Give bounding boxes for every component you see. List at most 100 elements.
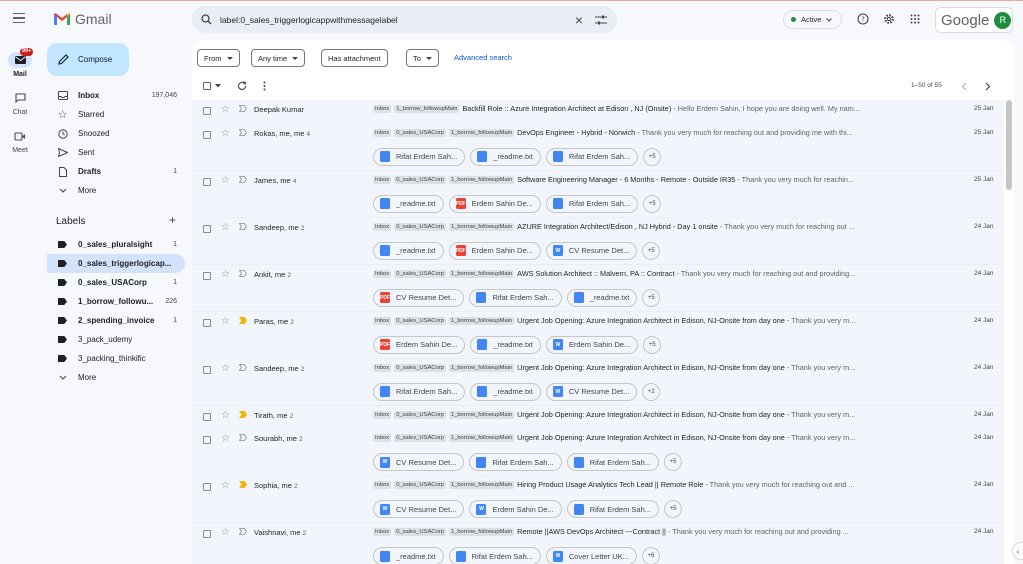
- importance-marker-icon[interactable]: [239, 481, 247, 488]
- row-checkbox[interactable]: [203, 530, 211, 538]
- email-label-chip[interactable]: Inbox: [373, 222, 392, 231]
- importance-marker-icon[interactable]: [238, 528, 247, 535]
- settings-gear-icon[interactable]: [883, 13, 895, 25]
- email-label-chip[interactable]: 0_sales_USACorp: [394, 363, 446, 372]
- importance-marker-icon[interactable]: [238, 175, 247, 183]
- sidebar-label-item[interactable]: 3_packing_thinkific: [47, 349, 185, 368]
- attachment-chip[interactable]: PDF Erdem Sahin De...: [448, 241, 541, 260]
- star-toggle-icon[interactable]: ☆: [221, 128, 230, 139]
- prev-page-icon[interactable]: [961, 80, 967, 92]
- email-row[interactable]: ☆ Rokas, me, me 4 Inbox 0_sales_USACorp 1_bo…: [192, 123, 1004, 171]
- select-all[interactable]: [203, 80, 221, 92]
- sidebar-item-sent[interactable]: Sent: [47, 143, 185, 162]
- email-label-chip[interactable]: 1_borrow_followupMain: [448, 175, 515, 184]
- search-options-icon[interactable]: [595, 15, 607, 25]
- email-row[interactable]: ☆ Ankit, me 2 Inbox 0_sales_USACorp 1_borrow…: [192, 264, 1004, 312]
- caret-down-icon[interactable]: [215, 84, 221, 88]
- attachment-chip[interactable]: Rifat Erdem Sah...: [566, 500, 659, 518]
- email-label-chip[interactable]: 1_borrow_followupMain: [448, 222, 515, 231]
- attachment-chip[interactable]: Rifat Erdem Sah...: [373, 147, 466, 166]
- attachment-chip[interactable]: Rifat Erdem Sah...: [373, 382, 466, 401]
- gmail-logo[interactable]: Gmail: [53, 11, 112, 27]
- search-input[interactable]: label:0_sales_triggerlogicappwithmessage…: [220, 15, 575, 25]
- attachment-chip[interactable]: _readme.txt: [470, 147, 541, 166]
- more-attachments[interactable]: +5: [664, 453, 682, 471]
- attachment-chip[interactable]: PDF Erdem Sahin De...: [373, 335, 466, 354]
- star-toggle-icon[interactable]: ☆: [221, 363, 230, 374]
- email-row[interactable]: ☆ Sandeep, me 2 Inbox 0_sales_USACorp 1_borr…: [192, 217, 1004, 265]
- email-row[interactable]: ☆ Paras, me 2 Inbox 0_sales_USACorp 1_borrow…: [192, 311, 1004, 359]
- importance-marker-icon[interactable]: [238, 128, 247, 136]
- email-label-chip[interactable]: Inbox: [373, 410, 392, 419]
- sidebar-item-snoozed[interactable]: Snoozed: [47, 124, 185, 143]
- row-checkbox[interactable]: [203, 436, 211, 444]
- attachment-chip[interactable]: Rifat Erdem Sah...: [448, 547, 541, 564]
- star-toggle-icon[interactable]: ☆: [221, 410, 230, 421]
- importance-marker-icon[interactable]: [239, 316, 247, 324]
- more-attachments[interactable]: +5: [643, 335, 662, 354]
- sidebar-label-item-selected[interactable]: 0_sales_triggerlogicap...: [47, 254, 185, 273]
- email-label-chip[interactable]: 1_borrow_followupMain: [448, 434, 515, 442]
- attachment-chip[interactable]: W CV Resume Det...: [373, 500, 465, 518]
- attachment-chip[interactable]: Rifat Erdem Sah...: [469, 288, 562, 307]
- filter-has-attachment[interactable]: Has attachment: [321, 49, 388, 67]
- attachment-chip[interactable]: Rifat Erdem Sah...: [545, 147, 639, 166]
- sidebar-label-item[interactable]: 3_pack_udemy: [47, 330, 185, 349]
- sidebar-label-item[interactable]: 1_borrow_followu... 226: [47, 292, 185, 311]
- sidebar-item-starred[interactable]: ☆ Starred: [47, 105, 185, 124]
- row-checkbox[interactable]: [203, 365, 211, 374]
- select-all-checkbox[interactable]: [203, 82, 211, 90]
- row-checkbox[interactable]: [203, 412, 211, 421]
- attachment-chip[interactable]: Rifat Erdem Sah...: [545, 194, 639, 213]
- next-page-icon[interactable]: [985, 80, 991, 92]
- email-label-chip[interactable]: 1_borrow_followupMain: [448, 528, 515, 536]
- star-toggle-icon[interactable]: ☆: [221, 527, 230, 538]
- attachment-chip[interactable]: _readme.txt: [566, 288, 638, 307]
- importance-marker-icon[interactable]: [238, 269, 247, 277]
- star-toggle-icon[interactable]: ☆: [221, 175, 230, 186]
- sidebar-item-more[interactable]: More: [47, 181, 185, 200]
- row-checkbox[interactable]: [203, 177, 211, 186]
- email-row[interactable]: ☆ Sophia, me 2 Inbox 0_sales_USACorp 1_borro…: [192, 476, 1004, 523]
- importance-marker-icon[interactable]: [238, 434, 247, 441]
- rail-chat[interactable]: Chat: [0, 90, 40, 116]
- rail-mail[interactable]: 99+ Mail: [0, 48, 40, 78]
- email-label-chip[interactable]: 1_borrow_followupMain: [448, 269, 515, 278]
- email-label-chip[interactable]: Inbox: [373, 528, 392, 536]
- email-label-chip[interactable]: Inbox: [373, 269, 392, 278]
- attachment-chip[interactable]: W Cover Letter UK...: [545, 547, 637, 564]
- email-row[interactable]: ☆ James, me 4 Inbox 0_sales_USACorp 1_borrow…: [192, 170, 1004, 218]
- sidebar-item-drafts[interactable]: Drafts 1: [47, 162, 185, 181]
- email-label-chip[interactable]: 1_borrow_followupMain: [448, 128, 515, 137]
- attachment-chip[interactable]: _readme.txt: [373, 241, 444, 260]
- attachment-chip[interactable]: W CV Resume Det...: [545, 241, 638, 260]
- email-label-chip[interactable]: 0_sales_USACorp: [394, 410, 446, 419]
- star-toggle-icon[interactable]: ☆: [221, 433, 230, 444]
- star-toggle-icon[interactable]: ☆: [221, 480, 230, 491]
- more-vert-icon[interactable]: [263, 80, 266, 92]
- rail-meet[interactable]: Meet: [0, 128, 40, 154]
- row-checkbox[interactable]: [203, 318, 211, 327]
- email-label-chip[interactable]: 0_sales_USACorp: [394, 434, 446, 442]
- email-label-chip[interactable]: 1_borrow_followupMain: [448, 316, 515, 325]
- importance-marker-icon[interactable]: [238, 105, 247, 112]
- account-box[interactable]: Google R: [935, 7, 1013, 33]
- attachment-chip[interactable]: _readme.txt: [373, 547, 444, 564]
- attachment-chip[interactable]: W CV Resume Det...: [545, 382, 638, 401]
- email-label-chip[interactable]: 0_sales_USACorp: [394, 528, 446, 536]
- more-attachments[interactable]: +6: [641, 547, 660, 564]
- attachment-chip[interactable]: PDF CV Resume Det...: [373, 288, 465, 307]
- refresh-icon[interactable]: [237, 80, 247, 92]
- more-attachments[interactable]: +5: [643, 194, 662, 213]
- filter-to[interactable]: To: [406, 49, 439, 67]
- attachment-chip[interactable]: Rifat Erdem Sah...: [469, 453, 562, 471]
- filter-from[interactable]: From: [197, 49, 240, 67]
- attachment-chip[interactable]: _readme.txt: [470, 335, 541, 354]
- labels-more[interactable]: More: [47, 368, 185, 387]
- email-label-chip[interactable]: 1_borrow_followupMain: [448, 410, 515, 419]
- email-row[interactable]: ☆ Deepak Kumar Inbox 1_borrow_followupMain…: [192, 100, 1004, 124]
- more-attachments[interactable]: +5: [642, 241, 661, 260]
- advanced-search-link[interactable]: Advanced search: [454, 53, 512, 62]
- importance-marker-icon[interactable]: [238, 222, 247, 230]
- email-label-chip[interactable]: Inbox: [373, 363, 392, 372]
